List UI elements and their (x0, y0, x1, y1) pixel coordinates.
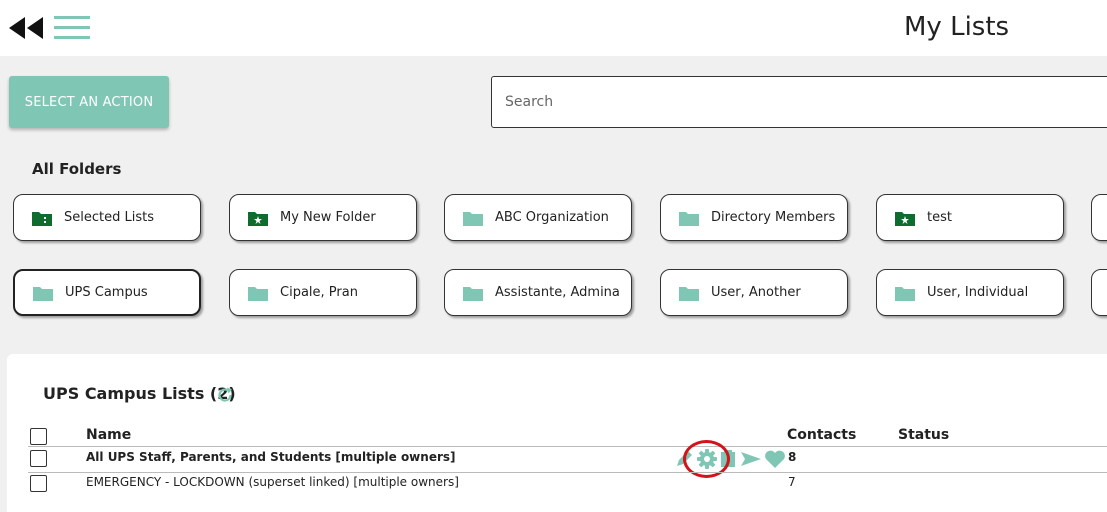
double-back-arrow-icon[interactable] (8, 16, 44, 40)
refresh-icon[interactable] (216, 386, 234, 404)
folder-label: Assistante, Admina (495, 285, 620, 300)
folder-icon (33, 286, 53, 301)
folder-star-icon (248, 211, 268, 226)
folder-label: User, Another (711, 285, 801, 300)
select-all-checkbox[interactable] (30, 428, 47, 445)
folder-directory-members[interactable]: Directory Members (660, 194, 848, 241)
row-checkbox[interactable] (30, 475, 47, 492)
folder-icon (679, 286, 699, 301)
folder-user-another[interactable]: User, Another (660, 269, 848, 316)
folder-my-new-folder[interactable]: My New Folder (229, 194, 417, 241)
folder-icon (679, 211, 699, 226)
folder-icon (248, 286, 268, 301)
gear-icon[interactable] (696, 448, 718, 470)
lists-title: UPS Campus Lists (2) (43, 384, 236, 403)
list-name[interactable]: All UPS Staff, Parents, and Students [mu… (86, 450, 456, 464)
send-icon[interactable] (740, 449, 762, 469)
folder-star-icon (895, 211, 915, 226)
folder-label: My New Folder (280, 210, 376, 225)
list-contacts-count: 8 (788, 450, 797, 464)
row-checkbox[interactable] (30, 450, 47, 467)
folder-label: UPS Campus (65, 285, 148, 300)
column-header-name[interactable]: Name (86, 427, 131, 443)
folder-icon (895, 286, 915, 301)
folder-label: Directory Members (711, 210, 836, 225)
page-title: My Lists (904, 12, 1010, 42)
list-name[interactable]: EMERGENCY - LOCKDOWN (superset linked) [… (86, 475, 459, 489)
edit-pencil-icon[interactable] (674, 449, 694, 469)
folder-selected-icon (32, 211, 52, 226)
search-input[interactable] (492, 77, 1107, 127)
folder-label: test (927, 210, 952, 225)
select-action-button[interactable]: SELECT AN ACTION (9, 76, 169, 128)
folder-label: User, Individual (927, 285, 1029, 300)
folder-label: Selected Lists (64, 210, 154, 225)
folder-abc-organization[interactable]: ABC Organization (444, 194, 632, 241)
folder-partial[interactable] (1091, 269, 1107, 316)
folder-selected-lists[interactable]: Selected Lists (13, 194, 201, 241)
folder-user-individual[interactable]: User, Individual (876, 269, 1064, 316)
folders-heading: All Folders (32, 160, 122, 178)
export-icon[interactable] (720, 449, 738, 469)
hamburger-menu-icon[interactable] (54, 14, 90, 42)
folder-icon (463, 286, 483, 301)
folder-label: ABC Organization (495, 210, 609, 225)
row-divider (28, 446, 1107, 447)
column-header-status[interactable]: Status (898, 427, 949, 443)
folder-test[interactable]: test (876, 194, 1064, 241)
folder-icon (463, 211, 483, 226)
top-bar: My Lists (0, 0, 1107, 56)
heart-icon[interactable] (764, 449, 786, 469)
folder-assistante-admina[interactable]: Assistante, Admina (444, 269, 632, 316)
folder-cipale-pran[interactable]: Cipale, Pran (229, 269, 417, 316)
row-actions (674, 448, 786, 470)
list-contacts-count: 7 (788, 475, 796, 489)
folder-label: Cipale, Pran (280, 285, 358, 300)
column-header-contacts[interactable]: Contacts (787, 427, 856, 443)
search-box (491, 76, 1107, 128)
folder-partial[interactable] (1091, 194, 1107, 241)
folder-ups-campus[interactable]: UPS Campus (13, 269, 201, 316)
row-divider (28, 472, 1107, 473)
